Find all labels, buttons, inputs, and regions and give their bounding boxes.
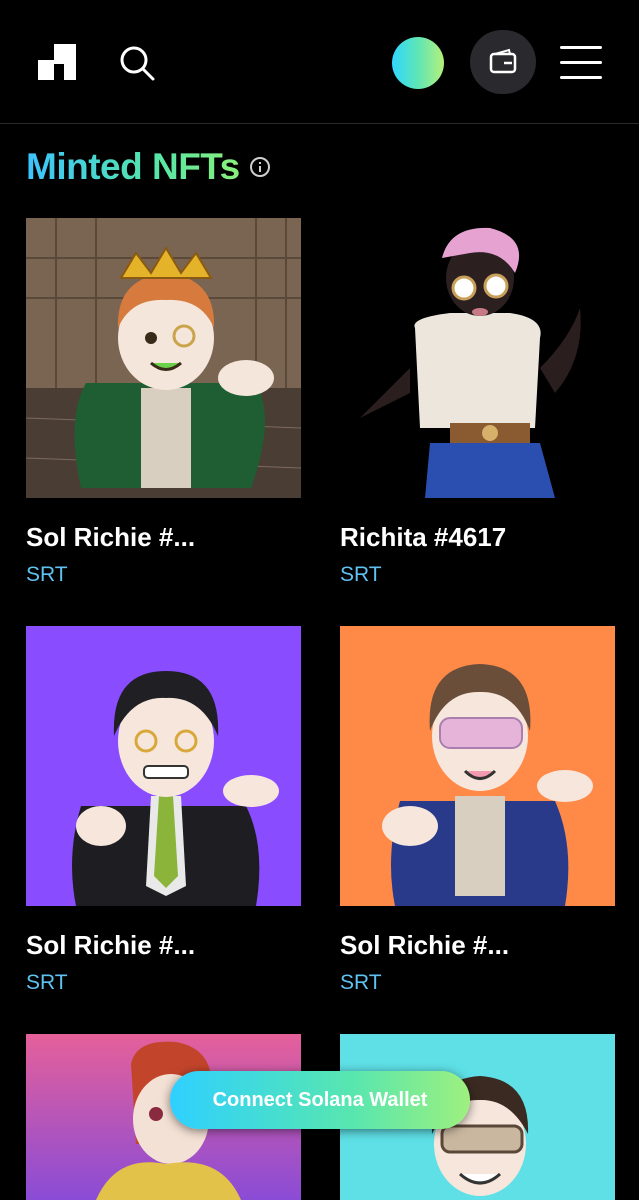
nft-image (340, 626, 615, 906)
nft-card[interactable]: Sol Richie #... SRT (26, 626, 301, 1006)
nft-name: Sol Richie #... (26, 522, 196, 552)
nft-name: Richita #4617 (340, 522, 507, 552)
nft-image (340, 218, 615, 498)
info-icon[interactable] (249, 157, 270, 177)
search-icon[interactable] (118, 44, 156, 82)
nft-card[interactable]: Richita #4617 SRT (340, 218, 615, 598)
top-nav-bar (0, 0, 639, 124)
nft-symbol: SRT (340, 563, 382, 586)
wallet-button[interactable] (470, 30, 536, 94)
page-title: Minted NFTs (26, 146, 240, 187)
wallet-icon (489, 48, 517, 74)
nft-name: Sol Richie #... (340, 930, 510, 960)
nft-image (26, 218, 301, 498)
connect-wallet-button[interactable]: Connect Solana Wallet (170, 1071, 470, 1129)
hamburger-menu-icon[interactable] (560, 44, 602, 80)
brand-logo-icon[interactable] (38, 44, 76, 80)
nft-symbol: SRT (26, 971, 68, 994)
nft-image (26, 626, 301, 906)
section-header: Minted NFTs (26, 142, 270, 192)
nft-card[interactable]: Sol Richie #... SRT (26, 218, 301, 598)
nft-symbol: SRT (26, 563, 68, 586)
nft-symbol: SRT (340, 971, 382, 994)
account-avatar[interactable] (392, 37, 444, 89)
nft-name: Sol Richie #... (26, 930, 196, 960)
nft-card[interactable]: Sol Richie #... SRT (340, 626, 615, 1006)
